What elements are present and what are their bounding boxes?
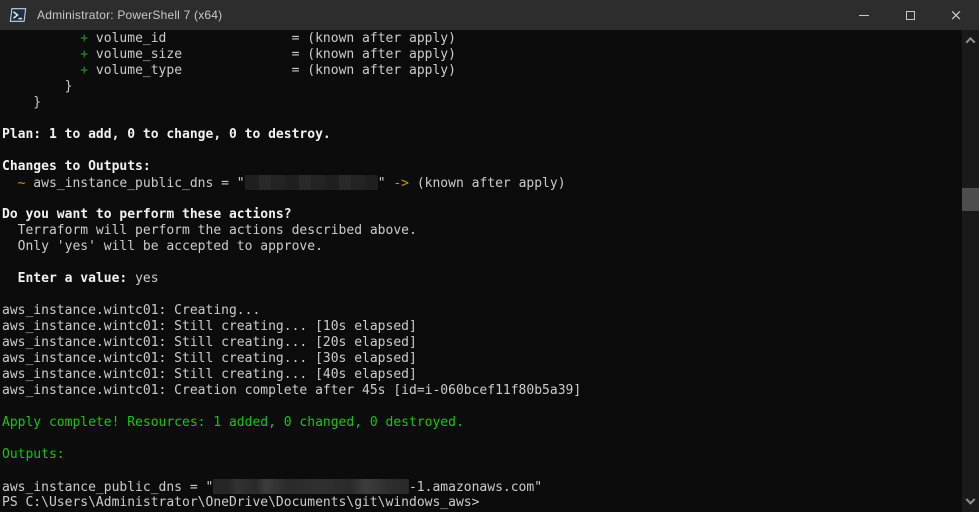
close-button[interactable]: × [933, 0, 979, 30]
terminal-line: Plan: 1 to add, 0 to change, 0 to destro… [2, 127, 961, 143]
vertical-scrollbar[interactable] [962, 30, 979, 512]
terminal-line: aws_instance_public_dns = " -1.amazonaws.… [2, 479, 961, 495]
scrollbar-thumb[interactable] [962, 188, 979, 211]
minimize-button[interactable] [841, 0, 887, 30]
minimize-icon [859, 14, 869, 16]
text-segment: volume_size = (known after apply) [88, 47, 456, 62]
terminal-viewport[interactable]: + volume_id = (known after apply) + volu… [0, 30, 979, 512]
text-segment: Do you want to perform these actions? [2, 207, 292, 222]
terminal-line: Outputs: [2, 447, 961, 463]
terminal-line: PS C:\Users\Administrator\OneDrive\Docum… [2, 495, 961, 511]
text-segment: + [80, 63, 89, 78]
powershell-icon [9, 6, 27, 24]
text-segment: aws_instance.wintc01: Still creating... … [2, 351, 417, 366]
text-segment: -> [393, 176, 409, 191]
terminal-output: + volume_id = (known after apply) + volu… [2, 31, 961, 511]
maximize-icon [905, 10, 915, 20]
terminal-line: } [2, 79, 961, 95]
text-segment: } [2, 95, 42, 110]
text-segment: PS C:\Users\Administrator\OneDrive\Docum… [2, 495, 480, 510]
text-segment [2, 31, 80, 46]
text-segment: (known after apply) [409, 176, 566, 191]
terminal-line: Changes to Outputs: [2, 159, 961, 175]
terminal-line: + volume_size = (known after apply) [2, 47, 961, 63]
text-segment: Terraform will perform the actions descr… [2, 223, 417, 238]
terminal-line: ~ aws_instance_public_dns = " " -> (known… [2, 175, 961, 191]
text-segment: + [80, 47, 89, 62]
text-segment: aws_instance.wintc01: Still creating... … [2, 319, 417, 334]
window-title: Administrator: PowerShell 7 (x64) [37, 8, 223, 22]
text-segment: aws_instance.wintc01: Still creating... … [2, 335, 417, 350]
terminal-line: Only 'yes' will be accepted to approve. [2, 239, 961, 255]
terminal-line: Apply complete! Resources: 1 added, 0 ch… [2, 415, 961, 431]
terminal-line: aws_instance.wintc01: Still creating... … [2, 335, 961, 351]
text-segment: Changes to Outputs: [2, 159, 151, 174]
terminal-line: aws_instance.wintc01: Still creating... … [2, 367, 961, 383]
terminal-line: Enter a value: yes [2, 271, 961, 287]
terminal-line: aws_instance.wintc01: Creation complete … [2, 383, 961, 399]
text-segment: aws_instance.wintc01: Still creating... … [2, 367, 417, 382]
text-segment: aws_instance.wintc01: Creating... [2, 303, 261, 318]
terminal-line: aws_instance.wintc01: Creating... [2, 303, 961, 319]
text-segment: yes [135, 271, 159, 286]
maximize-button[interactable] [887, 0, 933, 30]
chevron-down-icon [965, 494, 976, 505]
scroll-up-button[interactable] [962, 32, 979, 48]
redacted-text [213, 479, 409, 494]
window-controls: × [841, 0, 979, 30]
powershell-window: Administrator: PowerShell 7 (x64) × + vo… [0, 0, 979, 512]
text-segment: volume_type = (known after apply) [88, 63, 456, 78]
text-segment: aws_instance_public_dns = " [2, 480, 214, 495]
text-segment: " [377, 176, 394, 191]
text-segment: volume_id = (known after apply) [88, 31, 456, 46]
text-segment: } [2, 79, 73, 94]
terminal-line: aws_instance.wintc01: Still creating... … [2, 351, 961, 367]
text-segment [2, 47, 80, 62]
terminal-line: + volume_type = (known after apply) [2, 63, 961, 79]
text-segment: + [80, 31, 89, 46]
text-segment: Only 'yes' will be accepted to approve. [2, 239, 323, 254]
redacted-text [244, 175, 378, 190]
text-segment: Plan: 1 to add, 0 to change, 0 to destro… [2, 127, 331, 142]
text-segment [2, 63, 80, 78]
text-segment: -1.amazonaws.com" [408, 480, 543, 495]
scroll-down-button[interactable] [962, 494, 979, 510]
text-segment: aws_instance.wintc01: Creation complete … [2, 383, 582, 398]
text-segment: Enter a value: [2, 271, 136, 286]
text-segment: aws_instance_public_dns = " [25, 176, 245, 191]
terminal-line: } [2, 95, 961, 111]
terminal-line: aws_instance.wintc01: Still creating... … [2, 319, 961, 335]
terminal-line: + volume_id = (known after apply) [2, 31, 961, 47]
terminal-line: Do you want to perform these actions? [2, 207, 961, 223]
text-segment: Outputs: [2, 447, 65, 462]
text-segment [2, 176, 18, 191]
terminal-line: Terraform will perform the actions descr… [2, 223, 961, 239]
close-icon: × [949, 5, 963, 24]
title-bar[interactable]: Administrator: PowerShell 7 (x64) × [0, 0, 979, 30]
chevron-up-icon [965, 36, 976, 47]
text-segment: Apply complete! Resources: 1 added, 0 ch… [2, 415, 464, 430]
